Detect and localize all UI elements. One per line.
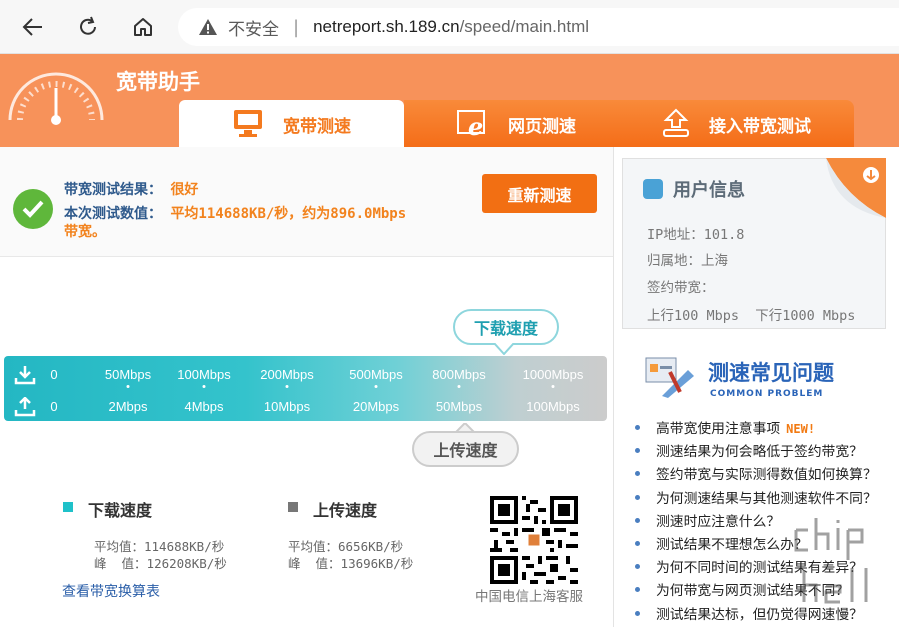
upload-stat-title: 上传速度: [313, 501, 378, 520]
address-bar[interactable]: 不安全 | netreport.sh.189.cn /speed/main.ht…: [178, 8, 899, 46]
tab-label: 宽带测速: [283, 117, 351, 137]
faq-item[interactable]: 签约带宽与实际测得数值如何换算？: [633, 463, 899, 486]
scale-dot: [374, 385, 378, 388]
chiphell-watermark-logo: [794, 518, 868, 604]
value-row: 本次测试数值： 平均114688KB/秒，约为896.0Mbps: [64, 203, 406, 223]
upload-icon: [14, 397, 36, 417]
speedometer-logo-icon: [8, 72, 104, 125]
scale-dot: [202, 385, 206, 388]
brand-title: 宽带助手: [116, 70, 200, 94]
svg-text:e: e: [468, 112, 483, 139]
new-badge: NEW!: [786, 422, 816, 436]
bubble-pointer: [494, 343, 514, 355]
qr-caption: 中国电信上海客服: [475, 589, 583, 605]
contract-label: 签约带宽：: [647, 280, 715, 296]
download-speed-bubble: 下载速度: [453, 309, 559, 345]
upload-tick-1: 2Mbps: [108, 399, 148, 414]
url-path: /speed/main.html: [459, 17, 590, 36]
download-tick-1: 50Mbps: [104, 367, 152, 382]
home-button[interactable]: [126, 10, 160, 44]
upload-tick-2: 4Mbps: [184, 399, 224, 414]
url-host: netreport.sh.189.cn: [313, 17, 460, 36]
scale-dot: [126, 385, 130, 388]
tab-label: 网页测速: [508, 117, 576, 137]
faq-item[interactable]: 高带宽使用注意事项 NEW!: [633, 417, 899, 440]
browser-toolbar: 不安全 | netreport.sh.189.cn /speed/main.ht…: [0, 0, 899, 54]
retest-button[interactable]: 重新测速: [482, 174, 597, 213]
download-tick-3: 200Mbps: [260, 367, 314, 382]
speed-scale-bar: 0 50Mbps 100Mbps 200Mbps 500Mbps 800Mbps 1000M…: [4, 356, 607, 421]
user-ip: IP地址：101.8: [647, 227, 745, 243]
download-tick-5: 800Mbps: [432, 367, 486, 382]
reload-button[interactable]: [71, 10, 105, 44]
monitor-icon: [234, 110, 262, 137]
bandwidth-conversion-link[interactable]: 查看带宽换算表: [62, 581, 160, 601]
download-tick-0: 0: [50, 367, 58, 382]
upload-speed-bubble: 上传速度: [412, 431, 519, 467]
upload-scale-row: 0 2Mbps 4Mbps 10Mbps 20Mbps 50Mbps 100Mbps: [4, 390, 607, 422]
site-header: 宽带助手 宽带测速 e 网页测速 接入带宽测试: [0, 54, 899, 147]
scale-dot: [551, 385, 555, 388]
insecure-label[interactable]: 不安全: [228, 15, 279, 40]
page-fold-icon: [826, 158, 886, 218]
tab-bandwidth-test[interactable]: 宽带测速: [179, 100, 404, 147]
upload-tray-icon: [663, 108, 689, 137]
value-text-cont: 带宽。: [64, 224, 106, 240]
download-icon: [14, 366, 36, 385]
reload-icon: [80, 16, 96, 35]
faq-item[interactable]: 为何测速结果与其他测速软件不同？: [633, 487, 899, 510]
value-label: 本次测试数值：: [64, 206, 162, 222]
download-peak: 峰 值：126208KB/秒: [94, 556, 227, 571]
tab-label: 接入带宽测试: [709, 117, 811, 137]
user-info-icon: [643, 179, 663, 199]
download-tick-4: 500Mbps: [349, 367, 403, 382]
scale-dot: [457, 385, 461, 388]
scale-dot: [285, 385, 289, 388]
download-legend-swatch: [63, 502, 73, 512]
url-separator: |: [293, 16, 300, 38]
back-button[interactable]: [16, 10, 50, 44]
home-icon: [134, 18, 152, 36]
faq-item[interactable]: 测速结果为何会略低于签约带宽？: [633, 440, 899, 463]
download-tick-2: 100Mbps: [177, 367, 231, 382]
value-row-cont: 带宽。: [64, 221, 106, 241]
user-info-title: 用户信息: [673, 180, 745, 201]
back-arrow-icon: [22, 18, 42, 36]
upload-tick-6: 100Mbps: [526, 399, 580, 414]
faq-tools-icon: [645, 357, 694, 398]
warning-icon: [198, 17, 218, 37]
value-text: 平均114688KB/秒，约为896.0Mbps: [170, 206, 407, 222]
status-label: 带宽测试结果：: [64, 182, 162, 198]
test-result-panel: 带宽测试结果： 很好 本次测试数值： 平均114688KB/秒，约为896.0M…: [0, 147, 613, 257]
tab-webpage-test[interactable]: e 网页测速: [404, 100, 629, 147]
faq-title: 测速常见问题: [708, 361, 834, 385]
status-value: 很好: [170, 182, 199, 198]
tab-access-bandwidth-test[interactable]: 接入带宽测试: [629, 100, 854, 147]
contract-value: 上行100 Mbps 下行1000 Mbps: [647, 308, 856, 324]
faq-subtitle: COMMON PROBLEM: [710, 389, 824, 399]
download-tick-6: 1000Mbps: [522, 367, 584, 382]
qr-code-icon: [490, 496, 578, 584]
download-stat-title: 下载速度: [88, 501, 153, 520]
upload-tick-5: 50Mbps: [435, 399, 483, 414]
check-icon: [13, 189, 53, 229]
user-info-card: 用户信息 IP地址：101.8 归属地：上海 签约带宽： 上行100 Mbps …: [622, 158, 886, 329]
panel-divider: [613, 147, 614, 627]
user-location: 归属地：上海: [647, 253, 728, 269]
upload-tick-0: 0: [50, 399, 58, 414]
upload-peak: 峰 值：13696KB/秒: [288, 556, 414, 571]
upload-legend-swatch: [288, 502, 298, 512]
status-row: 带宽测试结果： 很好: [64, 179, 198, 199]
upload-tick-3: 10Mbps: [263, 399, 311, 414]
upload-tick-4: 20Mbps: [352, 399, 400, 414]
browser-e-icon: e: [457, 110, 485, 139]
